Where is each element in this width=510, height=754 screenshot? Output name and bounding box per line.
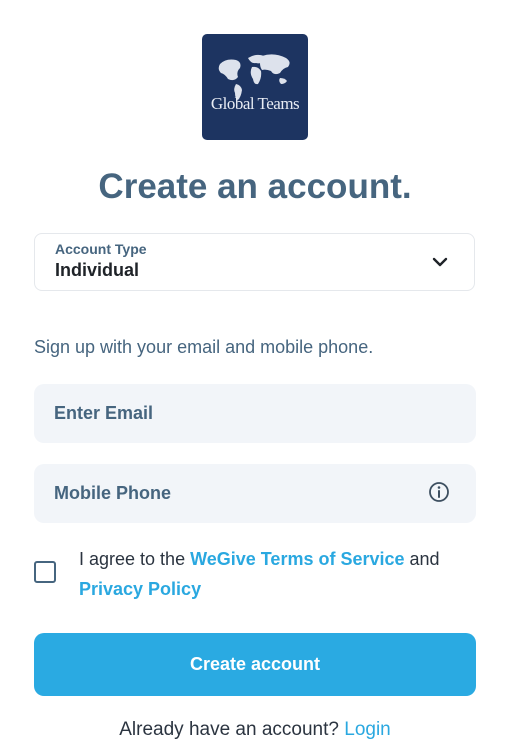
chevron-down-icon <box>432 257 448 267</box>
world-map-icon <box>218 54 290 100</box>
email-input[interactable] <box>34 384 476 443</box>
terms-of-service-link[interactable]: WeGive Terms of Service <box>190 549 404 569</box>
agreement-prefix: I agree to the <box>79 549 191 569</box>
terms-checkbox[interactable] <box>34 561 56 583</box>
account-type-label: Account Type <box>55 241 147 257</box>
login-prompt-text: Already have an account? <box>119 719 345 740</box>
mobile-phone-input[interactable] <box>34 464 476 523</box>
page-title: Create an account. <box>98 167 412 206</box>
account-type-value: Individual <box>55 260 140 280</box>
agreement-middle: and <box>404 549 440 569</box>
login-prompt: Already have an account? Login <box>0 719 510 741</box>
signup-subtitle: Sign up with your email and mobile phone… <box>34 337 374 357</box>
info-icon[interactable] <box>428 481 450 503</box>
create-account-button[interactable]: Create account <box>34 633 476 696</box>
global-teams-logo: Global Teams <box>202 34 308 140</box>
logo-text: Global Teams <box>210 94 300 113</box>
account-type-select[interactable]: Account Type Individual <box>34 233 475 291</box>
login-link[interactable]: Login <box>344 719 391 740</box>
privacy-policy-link[interactable]: Privacy Policy <box>79 579 201 599</box>
terms-agreement-text: I agree to the WeGive Terms of Service a… <box>79 544 479 604</box>
